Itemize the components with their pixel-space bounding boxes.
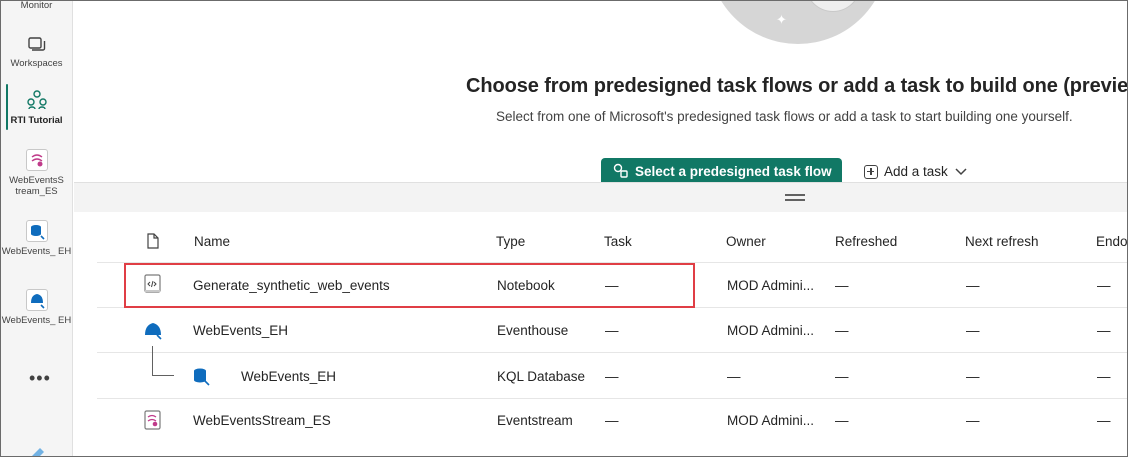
kql-database-icon <box>194 368 210 386</box>
table-row-endorsement: — <box>1097 323 1111 338</box>
nav-eventhouse-label: WebEvents_ EH <box>1 315 72 326</box>
chevron-down-icon <box>955 167 967 175</box>
table-row-endorsement: — <box>1097 413 1111 428</box>
sparkle-icon: ✦ <box>776 12 787 27</box>
table-row-owner: MOD Admini... <box>727 323 815 338</box>
column-header-refreshed[interactable]: Refreshed <box>835 234 897 249</box>
column-header-name[interactable]: Name <box>194 234 230 249</box>
table-row-type: Eventstream <box>497 413 573 428</box>
tree-connector <box>152 346 174 376</box>
table-row-name[interactable]: WebEvents_EH <box>241 369 336 384</box>
add-icon <box>864 164 878 179</box>
table-row-task: — <box>605 369 619 384</box>
table-row-endorsement: — <box>1097 369 1111 384</box>
eventstream-icon <box>25 149 48 171</box>
table-row-name[interactable]: WebEvents_EH <box>193 323 288 338</box>
eventstream-icon <box>144 410 161 430</box>
add-task-button[interactable]: Add a task <box>864 164 968 179</box>
table-row-refreshed: — <box>835 413 849 428</box>
table-row-endorsement: — <box>1097 278 1111 293</box>
table-row-next-refresh: — <box>966 278 980 293</box>
nav-monitor[interactable]: Monitor <box>0 0 73 11</box>
table-row-type: Eventhouse <box>497 323 569 338</box>
table-row-refreshed: — <box>835 323 849 338</box>
pane-splitter[interactable] <box>74 182 1128 212</box>
hero-illustration <box>708 0 888 44</box>
file-type-icon <box>147 233 159 249</box>
table-row-next-refresh: — <box>966 369 980 384</box>
eventhouse-icon <box>145 323 162 340</box>
nav-rti-tutorial-label: RTI Tutorial <box>10 115 63 126</box>
workspaces-icon <box>27 37 45 51</box>
table-row-next-refresh: — <box>966 413 980 428</box>
column-header-endorsement[interactable]: Endo <box>1096 234 1128 249</box>
page-title: Choose from predesigned task flows or ad… <box>466 75 1128 97</box>
nav-kql-database[interactable]: WebEvents_ EH <box>0 220 73 257</box>
row-divider <box>97 398 1128 399</box>
add-task-label: Add a task <box>884 164 948 179</box>
column-header-next-refresh[interactable]: Next refresh <box>965 234 1039 249</box>
row-divider <box>97 352 1128 353</box>
drag-handle-icon[interactable] <box>785 194 805 201</box>
column-header-task[interactable]: Task <box>604 234 632 249</box>
nav-eventstream[interactable]: WebEventsS tream_ES <box>0 149 73 197</box>
nav-monitor-label: Monitor <box>20 0 53 11</box>
table-row-next-refresh: — <box>966 323 980 338</box>
nav-workspaces[interactable]: Workspaces <box>0 36 73 69</box>
workspace-group-icon <box>26 90 47 110</box>
table-row-name[interactable]: WebEventsStream_ES <box>193 413 331 428</box>
table-row-refreshed: — <box>835 369 849 384</box>
eventhouse-icon <box>25 289 48 311</box>
table-row-owner: MOD Admini... <box>727 278 815 293</box>
page-subtitle: Select from one of Microsoft's predesign… <box>496 109 1073 124</box>
nav-kql-database-label: WebEvents_ EH <box>1 246 72 257</box>
nav-rti-tutorial[interactable]: RTI Tutorial <box>0 89 73 126</box>
highlight-box <box>124 263 695 308</box>
task-flow-icon <box>613 163 628 178</box>
table-row-owner: — <box>727 369 741 384</box>
table-row-owner: MOD Admini... <box>727 413 815 428</box>
table-row-type: KQL Database <box>497 369 586 384</box>
nav-eventhouse[interactable]: WebEvents_ EH <box>0 289 73 326</box>
nav-workspaces-label: Workspaces <box>10 58 63 69</box>
table-row-task: — <box>605 323 619 338</box>
table-row-refreshed: — <box>835 278 849 293</box>
kql-database-icon <box>25 220 48 242</box>
select-task-flow-button[interactable]: Select a predesigned task flow <box>601 158 842 184</box>
select-task-flow-label: Select a predesigned task flow <box>635 163 832 179</box>
column-header-owner[interactable]: Owner <box>726 234 766 249</box>
nav-eventstream-label: WebEventsS tream_ES <box>9 175 64 197</box>
table-row-task: — <box>605 413 619 428</box>
left-nav-rail: Monitor Workspaces RTI Tutorial WebEvent… <box>0 0 73 457</box>
column-header-type[interactable]: Type <box>496 234 525 249</box>
fabric-logo-icon <box>31 448 44 457</box>
more-icon[interactable]: ••• <box>29 368 51 389</box>
